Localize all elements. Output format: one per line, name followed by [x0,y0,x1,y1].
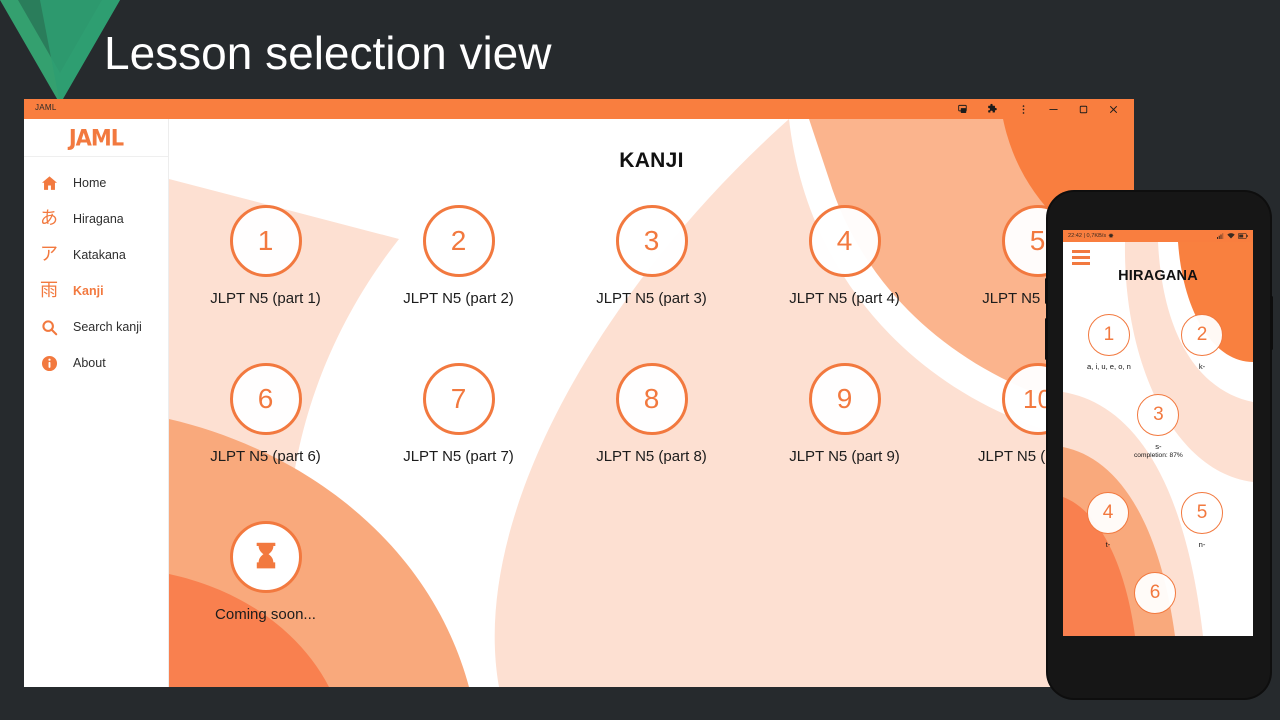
lesson-number: 5 [1181,492,1223,534]
extensions-puzzle-icon[interactable] [978,99,1008,119]
lesson-card[interactable]: 2 JLPT N5 (part 2) [362,205,555,307]
lesson-card[interactable]: 8 JLPT N5 (part 8) [555,363,748,465]
sidebar-item-home[interactable]: Home [24,165,168,201]
lesson-label: JLPT N5 (part 3) [596,290,707,307]
sidebar-item-about[interactable]: About [24,345,168,381]
phone-status-right [1217,233,1248,239]
lesson-number: 6 [229,363,302,435]
sidebar-item-label: About [73,356,106,370]
sidebar-item-label: Katakana [73,248,126,262]
lesson-label: n- [1198,540,1206,549]
phone-lesson-card[interactable]: 1 a, i, u, e, o, n [1087,314,1131,371]
sidebar-item-label: Kanji [73,284,104,298]
lesson-number: 7 [422,363,495,435]
home-icon [38,172,60,194]
app-logo: JAML [24,119,168,157]
phone-lesson-card[interactable]: 3 s- completion: 87% [1134,394,1183,459]
lesson-grid: 1 JLPT N5 (part 1) 2 JLPT N5 (part 2) 3 … [169,205,1134,623]
phone-lesson-card[interactable]: 4 t- [1087,492,1129,549]
phone-content: HIRAGANA 1 a, i, u, e, o, n 2 k- 3 s- co… [1063,242,1253,636]
settings-gear-icon [1108,233,1114,238]
info-icon [38,352,60,374]
lesson-completion: completion: 87% [1134,452,1183,459]
lesson-number: 2 [1181,314,1223,356]
lesson-card[interactable]: 7 JLPT N5 (part 7) [362,363,555,465]
wifi-icon [1227,233,1235,239]
lesson-number: 8 [615,363,688,435]
lesson-card[interactable]: 9 JLPT N5 (part 9) [748,363,941,465]
sidebar: JAML Home あ Hiragana ア Katakana 雨 Kanji … [24,119,169,687]
coming-soon-label: Coming soon... [215,606,316,623]
sidebar-item-search-kanji[interactable]: Search kanji [24,309,168,345]
sidebar-item-katakana[interactable]: ア Katakana [24,237,168,273]
close-icon[interactable] [1098,99,1128,119]
content-title: KANJI [619,149,684,172]
lesson-label: JLPT N5 (part 9) [789,448,900,465]
battery-icon [1238,233,1248,239]
sidebar-item-label: Search kanji [73,320,142,334]
lesson-card[interactable]: 6 JLPT N5 (part 6) [169,363,362,465]
katakana-icon: ア [40,244,58,265]
lesson-number: 4 [808,205,881,277]
sidebar-item-kanji[interactable]: 雨 Kanji [24,273,168,309]
hourglass-icon [229,521,302,593]
lesson-label: JLPT N5 (part 8) [596,448,707,465]
lesson-label: k- [1198,362,1206,371]
lesson-label: JLPT N5 (part 1) [210,290,321,307]
lesson-number: 6 [1134,572,1176,614]
phone-button-volume-down[interactable] [1045,318,1048,360]
lesson-label: t- [1105,540,1111,549]
sidebar-item-label: Hiragana [73,212,124,226]
phone-lesson-card[interactable]: 6 [1134,572,1176,620]
lesson-label: JLPT N5 (part 4) [789,290,900,307]
lesson-number: 1 [1087,314,1130,356]
phone-lesson-card[interactable]: 5 n- [1181,492,1223,549]
lesson-label: JLPT N5 (part 6) [210,448,321,465]
slide-canvas: Lesson selection view JAML JAML Home あ H… [0,0,1280,720]
lesson-number: 4 [1087,492,1129,534]
hamburger-menu-icon[interactable] [1072,250,1090,269]
sidebar-nav: Home あ Hiragana ア Katakana 雨 Kanji Searc… [24,157,168,381]
more-options-icon[interactable] [1008,99,1038,119]
maximize-icon[interactable] [1068,99,1098,119]
phone-status-time-rate: 22:42 | 0,7KB/s [1068,233,1107,239]
lesson-label: JLPT N5 (part 2) [403,290,514,307]
lesson-card[interactable]: 1 JLPT N5 (part 1) [169,205,362,307]
lesson-number: 1 [229,205,302,277]
app-logo-text: JAML [68,124,124,151]
lesson-selection-content: KANJI 1 JLPT N5 (part 1) 2 JLPT N5 (part… [169,119,1134,687]
lesson-number: 3 [615,205,688,277]
signal-icon [1217,233,1224,239]
phone-status-left: 22:42 | 0,7KB/s [1068,233,1114,239]
phone-lesson-card[interactable]: 2 k- [1181,314,1223,371]
window-titlebar: JAML [24,99,1134,119]
lesson-number: 3 [1137,394,1180,436]
lesson-card[interactable]: 4 JLPT N5 (part 4) [748,205,941,307]
lesson-card[interactable]: 3 JLPT N5 (part 3) [555,205,748,307]
kanji-icon: 雨 [40,280,58,301]
phone-button-power[interactable] [1270,296,1273,350]
phone-mockup: 22:42 | 0,7KB/s HIRAGANA 1 a, i, u, e, o… [1045,192,1273,698]
window-title-label: JAML [35,103,57,112]
sidebar-item-hiragana[interactable]: あ Hiragana [24,201,168,237]
lesson-label: a, i, u, e, o, n [1087,362,1131,371]
lesson-label: JLPT N5 (part 7) [403,448,514,465]
desktop-app-window: JAML JAML Home あ Hiragana ア Katakana 雨 K… [24,99,1134,687]
phone-screen-title: HIRAGANA [1118,268,1198,284]
lesson-label: s- [1155,442,1162,451]
coming-soon-card[interactable]: Coming soon... [169,521,362,623]
lesson-number: 9 [808,363,881,435]
cast-icon[interactable] [948,99,978,119]
hiragana-icon: あ [40,208,58,229]
phone-button-volume-up[interactable] [1045,278,1048,304]
search-icon [38,316,60,338]
phone-status-bar: 22:42 | 0,7KB/s [1063,230,1253,242]
lesson-number: 2 [422,205,495,277]
page-title: Lesson selection view [104,27,552,79]
vue-chevron-logo [0,0,120,108]
minimize-icon[interactable] [1038,99,1068,119]
phone-screen: 22:42 | 0,7KB/s HIRAGANA 1 a, i, u, e, o… [1063,230,1253,636]
sidebar-item-label: Home [73,176,107,190]
